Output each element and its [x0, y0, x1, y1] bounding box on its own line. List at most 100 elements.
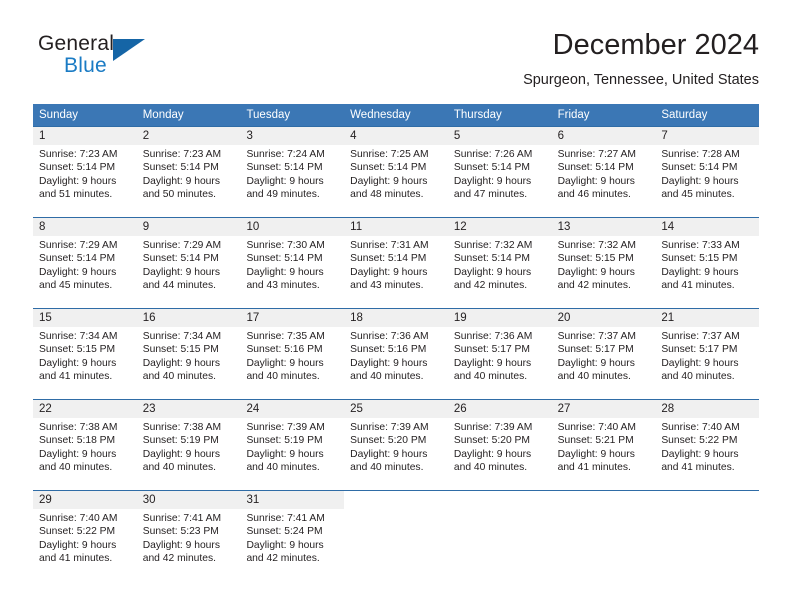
sunrise-text: Sunrise: 7:37 AM — [661, 331, 740, 342]
daylight-text-line1: Daylight: 9 hours — [557, 448, 635, 460]
calendar-week-row: 8 Sunrise: 7:29 AM Sunset: 5:14 PM Dayli… — [33, 217, 760, 308]
logo-text-blue: Blue — [64, 54, 107, 77]
daylight-text-line1: Daylight: 9 hours — [39, 448, 117, 460]
calendar-day-cell[interactable]: 11 Sunrise: 7:31 AM Sunset: 5:14 PM Dayl… — [344, 218, 448, 308]
sunset-text: Sunset: 5:14 PM — [246, 162, 323, 174]
sunrise-text: Sunrise: 7:40 AM — [557, 422, 637, 433]
page-title: December 2024 — [552, 29, 759, 61]
calendar-day-cell[interactable]: 16 Sunrise: 7:34 AM Sunset: 5:15 PM Dayl… — [136, 309, 241, 399]
sunrise-text: Sunrise: 7:39 AM — [350, 422, 429, 433]
day-number: 1 — [33, 127, 137, 145]
calendar-day-cell[interactable]: 21 Sunrise: 7:37 AM Sunset: 5:17 PM Dayl… — [655, 309, 760, 399]
daylight-text-line1: Daylight: 9 hours — [142, 539, 220, 551]
logo-text-general: General — [38, 32, 115, 55]
sunrise-text: Sunrise: 7:37 AM — [557, 331, 637, 342]
sunset-text: Sunset: 5:14 PM — [661, 162, 738, 174]
calendar-day-cell[interactable]: 23 Sunrise: 7:38 AM Sunset: 5:19 PM Dayl… — [136, 400, 241, 490]
calendar-day-cell-empty — [344, 491, 448, 581]
sunrise-text: Sunrise: 7:35 AM — [246, 331, 325, 342]
calendar-day-cell[interactable]: 24 Sunrise: 7:39 AM Sunset: 5:19 PM Dayl… — [240, 400, 345, 490]
sunrise-text: Sunrise: 7:38 AM — [142, 422, 222, 433]
page-header: General Blue December 2024 Spurgeon, Ten… — [33, 27, 759, 97]
calendar-day-cell[interactable]: 13 Sunrise: 7:32 AM Sunset: 5:15 PM Dayl… — [551, 218, 656, 308]
calendar-day-cell[interactable]: 19 Sunrise: 7:36 AM Sunset: 5:17 PM Dayl… — [447, 309, 552, 399]
daylight-text-line1: Daylight: 9 hours — [661, 175, 739, 187]
calendar-day-cell[interactable]: 17 Sunrise: 7:35 AM Sunset: 5:16 PM Dayl… — [240, 309, 345, 399]
calendar-day-cell[interactable]: 7 Sunrise: 7:28 AM Sunset: 5:14 PM Dayli… — [655, 127, 760, 217]
daylight-text-line2: and 40 minutes. — [142, 462, 216, 474]
day-details: Sunrise: 7:41 AM Sunset: 5:23 PM Dayligh… — [137, 509, 241, 566]
location-subtitle: Spurgeon, Tennessee, United States — [523, 72, 759, 88]
daylight-text-line2: and 42 minutes. — [142, 553, 216, 565]
calendar-day-cell[interactable]: 22 Sunrise: 7:38 AM Sunset: 5:18 PM Dayl… — [33, 400, 137, 490]
calendar-page: General Blue December 2024 Spurgeon, Ten… — [0, 0, 792, 612]
day-number: 13 — [551, 218, 656, 236]
daylight-text-line1: Daylight: 9 hours — [557, 175, 635, 187]
calendar-day-cell[interactable]: 25 Sunrise: 7:39 AM Sunset: 5:20 PM Dayl… — [344, 400, 448, 490]
weekday-header-saturday: Saturday — [661, 109, 708, 121]
calendar-day-cell[interactable]: 3 Sunrise: 7:24 AM Sunset: 5:14 PM Dayli… — [240, 127, 345, 217]
weekday-header-row: Sunday Monday Tuesday Wednesday Thursday… — [33, 104, 759, 126]
calendar-day-cell[interactable]: 6 Sunrise: 7:27 AM Sunset: 5:14 PM Dayli… — [551, 127, 656, 217]
daylight-text-line1: Daylight: 9 hours — [142, 175, 220, 187]
day-number: 2 — [136, 127, 241, 145]
daylight-text-line2: and 44 minutes. — [142, 280, 216, 292]
calendar-day-cell[interactable]: 18 Sunrise: 7:36 AM Sunset: 5:16 PM Dayl… — [344, 309, 448, 399]
calendar-day-cell[interactable]: 12 Sunrise: 7:32 AM Sunset: 5:14 PM Dayl… — [447, 218, 552, 308]
daylight-text-line2: and 41 minutes. — [661, 462, 735, 474]
calendar-day-cell[interactable]: 2 Sunrise: 7:23 AM Sunset: 5:14 PM Dayli… — [136, 127, 241, 217]
day-number: 16 — [136, 309, 241, 327]
day-number: 14 — [655, 218, 760, 236]
calendar-day-cell[interactable]: 20 Sunrise: 7:37 AM Sunset: 5:17 PM Dayl… — [551, 309, 656, 399]
general-blue-logo[interactable]: General Blue — [38, 32, 158, 84]
calendar-day-cell[interactable]: 30 Sunrise: 7:41 AM Sunset: 5:23 PM Dayl… — [136, 491, 241, 581]
sunset-text: Sunset: 5:17 PM — [661, 344, 738, 356]
calendar-day-cell[interactable]: 27 Sunrise: 7:40 AM Sunset: 5:21 PM Dayl… — [551, 400, 656, 490]
sunset-text: Sunset: 5:20 PM — [350, 435, 427, 447]
sunrise-text: Sunrise: 7:26 AM — [453, 149, 533, 160]
sunset-text: Sunset: 5:15 PM — [39, 344, 116, 356]
sunset-text: Sunset: 5:15 PM — [557, 253, 634, 265]
calendar-day-cell[interactable]: 5 Sunrise: 7:26 AM Sunset: 5:14 PM Dayli… — [447, 127, 552, 217]
sunrise-text: Sunrise: 7:32 AM — [557, 240, 637, 251]
sunrise-text: Sunrise: 7:38 AM — [39, 422, 118, 433]
calendar-day-cell[interactable]: 28 Sunrise: 7:40 AM Sunset: 5:22 PM Dayl… — [655, 400, 760, 490]
day-number: 6 — [551, 127, 656, 145]
day-details: Sunrise: 7:39 AM Sunset: 5:20 PM Dayligh… — [344, 418, 448, 475]
calendar-day-cell[interactable]: 4 Sunrise: 7:25 AM Sunset: 5:14 PM Dayli… — [344, 127, 448, 217]
calendar-day-cell[interactable]: 14 Sunrise: 7:33 AM Sunset: 5:15 PM Dayl… — [655, 218, 760, 308]
daylight-text-line2: and 40 minutes. — [142, 371, 216, 383]
daylight-text-line1: Daylight: 9 hours — [246, 539, 324, 551]
calendar-day-cell[interactable]: 29 Sunrise: 7:40 AM Sunset: 5:22 PM Dayl… — [33, 491, 137, 581]
calendar-day-cell[interactable]: 10 Sunrise: 7:30 AM Sunset: 5:14 PM Dayl… — [240, 218, 345, 308]
sunset-text: Sunset: 5:16 PM — [246, 344, 323, 356]
day-number: 29 — [33, 491, 137, 509]
sunset-text: Sunset: 5:14 PM — [350, 162, 427, 174]
sunset-text: Sunset: 5:14 PM — [246, 253, 323, 265]
calendar-day-cell[interactable]: 1 Sunrise: 7:23 AM Sunset: 5:14 PM Dayli… — [33, 127, 137, 217]
calendar-day-cell[interactable]: 31 Sunrise: 7:41 AM Sunset: 5:24 PM Dayl… — [240, 491, 345, 581]
calendar-day-cell[interactable]: 15 Sunrise: 7:34 AM Sunset: 5:15 PM Dayl… — [33, 309, 137, 399]
day-details: Sunrise: 7:36 AM Sunset: 5:17 PM Dayligh… — [448, 327, 552, 384]
day-number: 7 — [655, 127, 760, 145]
sunset-text: Sunset: 5:14 PM — [142, 162, 219, 174]
daylight-text-line1: Daylight: 9 hours — [39, 175, 117, 187]
calendar-day-cell[interactable]: 26 Sunrise: 7:39 AM Sunset: 5:20 PM Dayl… — [447, 400, 552, 490]
sunset-text: Sunset: 5:14 PM — [557, 162, 634, 174]
sunset-text: Sunset: 5:17 PM — [453, 344, 531, 356]
daylight-text-line1: Daylight: 9 hours — [350, 175, 428, 187]
calendar-day-cell[interactable]: 8 Sunrise: 7:29 AM Sunset: 5:14 PM Dayli… — [33, 218, 137, 308]
sunset-text: Sunset: 5:22 PM — [39, 526, 116, 538]
sunrise-text: Sunrise: 7:23 AM — [142, 149, 222, 160]
daylight-text-line2: and 42 minutes. — [453, 280, 528, 292]
day-details: Sunrise: 7:33 AM Sunset: 5:15 PM Dayligh… — [655, 236, 759, 293]
sunrise-text: Sunrise: 7:34 AM — [39, 331, 118, 342]
daylight-text-line1: Daylight: 9 hours — [142, 266, 220, 278]
day-details: Sunrise: 7:38 AM Sunset: 5:18 PM Dayligh… — [33, 418, 137, 475]
day-details: Sunrise: 7:32 AM Sunset: 5:15 PM Dayligh… — [552, 236, 656, 293]
sunrise-text: Sunrise: 7:36 AM — [453, 331, 533, 342]
daylight-text-line2: and 45 minutes. — [661, 189, 735, 201]
calendar-day-cell[interactable]: 9 Sunrise: 7:29 AM Sunset: 5:14 PM Dayli… — [136, 218, 241, 308]
day-details: Sunrise: 7:25 AM Sunset: 5:14 PM Dayligh… — [344, 145, 448, 202]
daylight-text-line2: and 41 minutes. — [557, 462, 631, 474]
